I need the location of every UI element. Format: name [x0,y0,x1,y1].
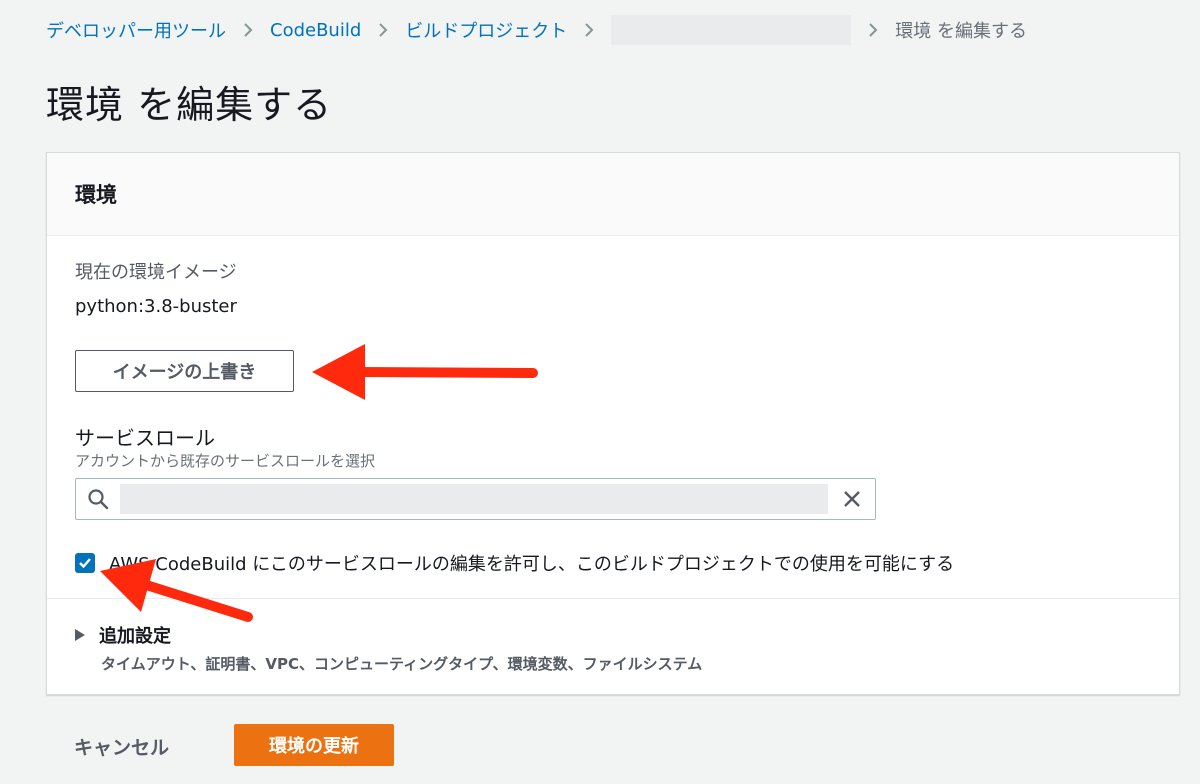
update-environment-button[interactable]: 環境の更新 [234,724,394,766]
cancel-button[interactable]: キャンセル [74,733,169,760]
allow-edit-checkbox[interactable] [75,553,95,573]
additional-settings-toggle[interactable]: 追加設定 [75,622,171,648]
service-role-search-input[interactable] [75,478,876,520]
clear-icon[interactable] [828,490,875,508]
caret-right-icon [75,629,85,641]
service-role-description: アカウントから既存のサービスロールを選択 [75,452,376,470]
divider [47,598,1179,599]
chevron-right-icon [868,22,878,38]
search-icon [76,488,120,510]
chevron-right-icon [243,22,253,38]
page-title: 環境 を編集する [46,83,333,127]
chevron-right-icon [584,22,594,38]
breadcrumb-current: 環境 を編集する [895,21,1027,42]
breadcrumb-build-projects[interactable]: ビルドプロジェクト [405,17,567,43]
environment-panel: 環境 現在の環境イメージ python:3.8-buster イメージの上書き … [46,152,1180,695]
breadcrumb-codebuild[interactable]: CodeBuild [270,20,361,41]
current-image-value: python:3.8-buster [75,296,237,317]
breadcrumb: デベロッパー用ツール CodeBuild ビルドプロジェクト 環境 を編集する [46,15,1027,45]
current-image-label: 現在の環境イメージ [75,262,237,283]
breadcrumb-project-redacted[interactable] [611,15,852,45]
checkmark-icon [79,558,91,569]
panel-title: 環境 [75,183,117,207]
panel-header: 環境 [47,153,1179,236]
override-image-button[interactable]: イメージの上書き [75,350,294,392]
additional-settings-description: タイムアウト、証明書、VPC、コンピューティングタイプ、環境変数、ファイルシステ… [101,655,703,673]
allow-edit-checkbox-label[interactable]: AWS CodeBuild にこのサービスロールの編集を許可し、このビルドプロジ… [109,550,954,576]
service-role-label: サービスロール [75,426,215,450]
breadcrumb-developer-tools[interactable]: デベロッパー用ツール [46,17,226,43]
chevron-right-icon [378,22,388,38]
search-value-redacted [120,484,828,514]
additional-settings-label: 追加設定 [99,626,171,647]
